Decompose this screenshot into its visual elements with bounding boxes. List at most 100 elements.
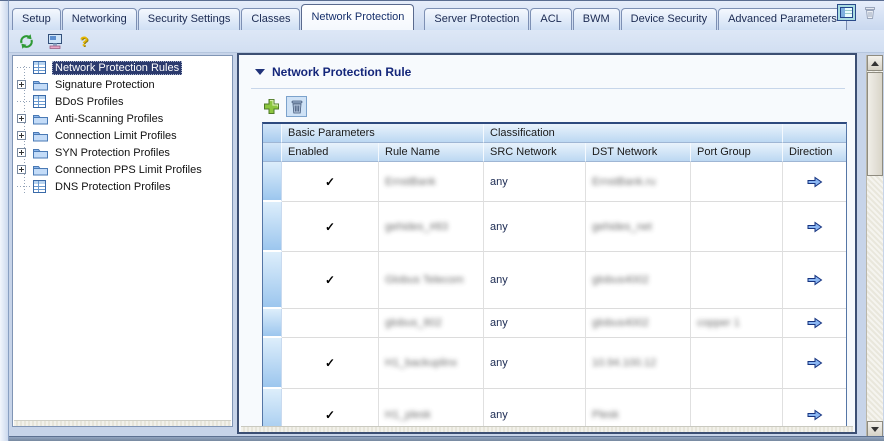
- sidebar-item-bdos-profiles[interactable]: BDoS Profiles: [17, 93, 126, 110]
- table-row[interactable]: ✓ ErnstBank any ErnstBank.ru: [263, 162, 846, 202]
- rule-name-cell: H1_backuplinx: [385, 357, 457, 369]
- tab-network-protection[interactable]: Network Protection: [301, 4, 414, 30]
- enabled-checkmark: ✓: [325, 220, 335, 234]
- refresh-icon[interactable]: [16, 32, 36, 51]
- column-header-dst-network[interactable]: DST Network: [586, 143, 691, 162]
- dst-network-cell: globus4002: [592, 274, 649, 286]
- vertical-scrollbar[interactable]: [866, 55, 883, 437]
- collapse-triangle-icon[interactable]: [255, 69, 265, 75]
- column-header-port-group[interactable]: Port Group: [691, 143, 783, 162]
- sidebar-item-connection-limit-profiles[interactable]: Connection Limit Profiles: [17, 127, 180, 144]
- table-group-header-row: Basic Parameters Classification: [263, 124, 846, 143]
- column-header-direction[interactable]: Direction: [783, 143, 846, 162]
- tree-branch-line: [17, 186, 30, 187]
- tree-expander-icon[interactable]: [17, 165, 26, 174]
- tree-expander-icon[interactable]: [17, 148, 26, 157]
- triangle-up-icon: [871, 61, 879, 66]
- row-selector[interactable]: [263, 252, 282, 309]
- panel-horizontal-scrollbar[interactable]: [241, 426, 853, 432]
- tab-advanced-parameters[interactable]: Advanced Parameters: [718, 8, 847, 30]
- delete-button[interactable]: [286, 96, 307, 117]
- monitor-icon[interactable]: [45, 32, 65, 51]
- sidebar-item-label: Connection Limit Profiles: [52, 129, 180, 143]
- scroll-up-button[interactable]: [867, 55, 883, 71]
- dst-network-cell: gehides_net: [592, 221, 652, 233]
- table-row[interactable]: ✓ H1_backuplinx any 10.94.100.12: [263, 338, 846, 389]
- sidebar-item-label: Network Protection Rules: [52, 61, 182, 75]
- sidebar-item-signature-protection[interactable]: Signature Protection: [17, 76, 158, 93]
- sidebar-item-syn-protection-profiles[interactable]: SYN Protection Profiles: [17, 144, 173, 161]
- tab-security-settings[interactable]: Security Settings: [138, 8, 241, 30]
- column-header-gutter: [263, 143, 282, 162]
- folder-icon: [32, 146, 48, 159]
- column-header-src-network[interactable]: SRC Network: [484, 143, 586, 162]
- sidebar-item-network-protection-rules[interactable]: Network Protection Rules: [17, 59, 182, 76]
- add-button[interactable]: [261, 96, 282, 117]
- tab-classes[interactable]: Classes: [241, 8, 300, 30]
- tab-networking[interactable]: Networking: [62, 8, 137, 30]
- src-network-cell: any: [490, 176, 508, 188]
- rule-name-cell: globus_802: [385, 317, 442, 329]
- table-panel-icon[interactable]: [837, 4, 856, 21]
- trash-panel-icon[interactable]: [860, 4, 879, 21]
- src-network-cell: any: [490, 221, 508, 233]
- enabled-checkmark: ✓: [325, 408, 335, 422]
- column-header-rule-name[interactable]: Rule Name: [379, 143, 484, 162]
- help-icon[interactable]: ?: [74, 32, 94, 51]
- tree-branch-line: [17, 67, 30, 68]
- panel-title: Network Protection Rule: [272, 65, 411, 79]
- network-protection-rule-panel: Network Protection Rule Basic Parameters: [237, 53, 857, 434]
- tree-expander-icon[interactable]: [17, 80, 26, 89]
- trash-panel-glyph: [864, 6, 876, 19]
- tree-branch-line: [17, 101, 30, 102]
- table-row[interactable]: ✓ Globus Telecom any globus4002: [263, 252, 846, 309]
- scroll-down-button[interactable]: [867, 421, 883, 437]
- tab-setup[interactable]: Setup: [12, 8, 61, 30]
- tab-device-security[interactable]: Device Security: [621, 8, 717, 30]
- table-row[interactable]: globus_802 any globus4002 copper 1: [263, 309, 846, 338]
- rule-name-cell: gehides_#83: [385, 221, 448, 233]
- row-selector[interactable]: [263, 162, 282, 202]
- table-row[interactable]: ✓ gehides_#83 any gehides_net: [263, 202, 846, 252]
- top-toolbar: ?: [9, 30, 884, 53]
- dst-network-cell: globus4002: [592, 317, 649, 329]
- row-selector[interactable]: [263, 202, 282, 252]
- column-header-enabled[interactable]: Enabled: [282, 143, 379, 162]
- panel-header[interactable]: Network Protection Rule: [255, 65, 411, 79]
- tab-bwm[interactable]: BWM: [573, 8, 620, 30]
- tree-expander-icon[interactable]: [17, 131, 26, 140]
- left-edge-strip: [0, 0, 9, 441]
- sidebar-item-label: Anti-Scanning Profiles: [52, 112, 166, 126]
- rules-table: Basic Parameters Classification Enabled …: [262, 122, 847, 434]
- folder-icon: [32, 163, 48, 176]
- sidebar-item-connection-pps-limit-profiles[interactable]: Connection PPS Limit Profiles: [17, 161, 205, 178]
- sidebar-tree: Network Protection Rules Signature Prote…: [12, 55, 233, 427]
- tab-acl[interactable]: ACL: [530, 8, 571, 30]
- src-network-cell: any: [490, 274, 508, 286]
- sidebar-item-label: BDoS Profiles: [52, 95, 126, 109]
- dst-network-cell: ErnstBank.ru: [592, 176, 656, 188]
- sidebar-item-anti-scanning-profiles[interactable]: Anti-Scanning Profiles: [17, 110, 166, 127]
- table-panel-glyph: [840, 7, 853, 18]
- tab-server-protection[interactable]: Server Protection: [424, 8, 529, 30]
- row-selector[interactable]: [263, 338, 282, 389]
- sidebar-horizontal-scrollbar[interactable]: [14, 420, 231, 426]
- scrollbar-thumb[interactable]: [867, 72, 883, 176]
- direction-arrow-icon: [807, 357, 823, 369]
- dst-network-cell: Plesk: [592, 409, 619, 421]
- tree-expander-icon[interactable]: [17, 114, 26, 123]
- direction-arrow-icon: [807, 274, 823, 286]
- tree-slot: [17, 110, 32, 127]
- enabled-checkmark: ✓: [325, 356, 335, 370]
- refresh-glyph: [18, 33, 35, 50]
- table-icon: [32, 95, 48, 108]
- row-selector[interactable]: [263, 309, 282, 338]
- direction-arrow-icon: [807, 176, 823, 188]
- src-network-cell: any: [490, 317, 508, 329]
- group-header-empty: [783, 124, 846, 143]
- tree-slot: [17, 127, 32, 144]
- tree-slot: [17, 93, 32, 110]
- sidebar-item-dns-protection-profiles[interactable]: DNS Protection Profiles: [17, 178, 174, 195]
- triangle-down-icon: [871, 427, 879, 432]
- direction-arrow-icon: [807, 317, 823, 329]
